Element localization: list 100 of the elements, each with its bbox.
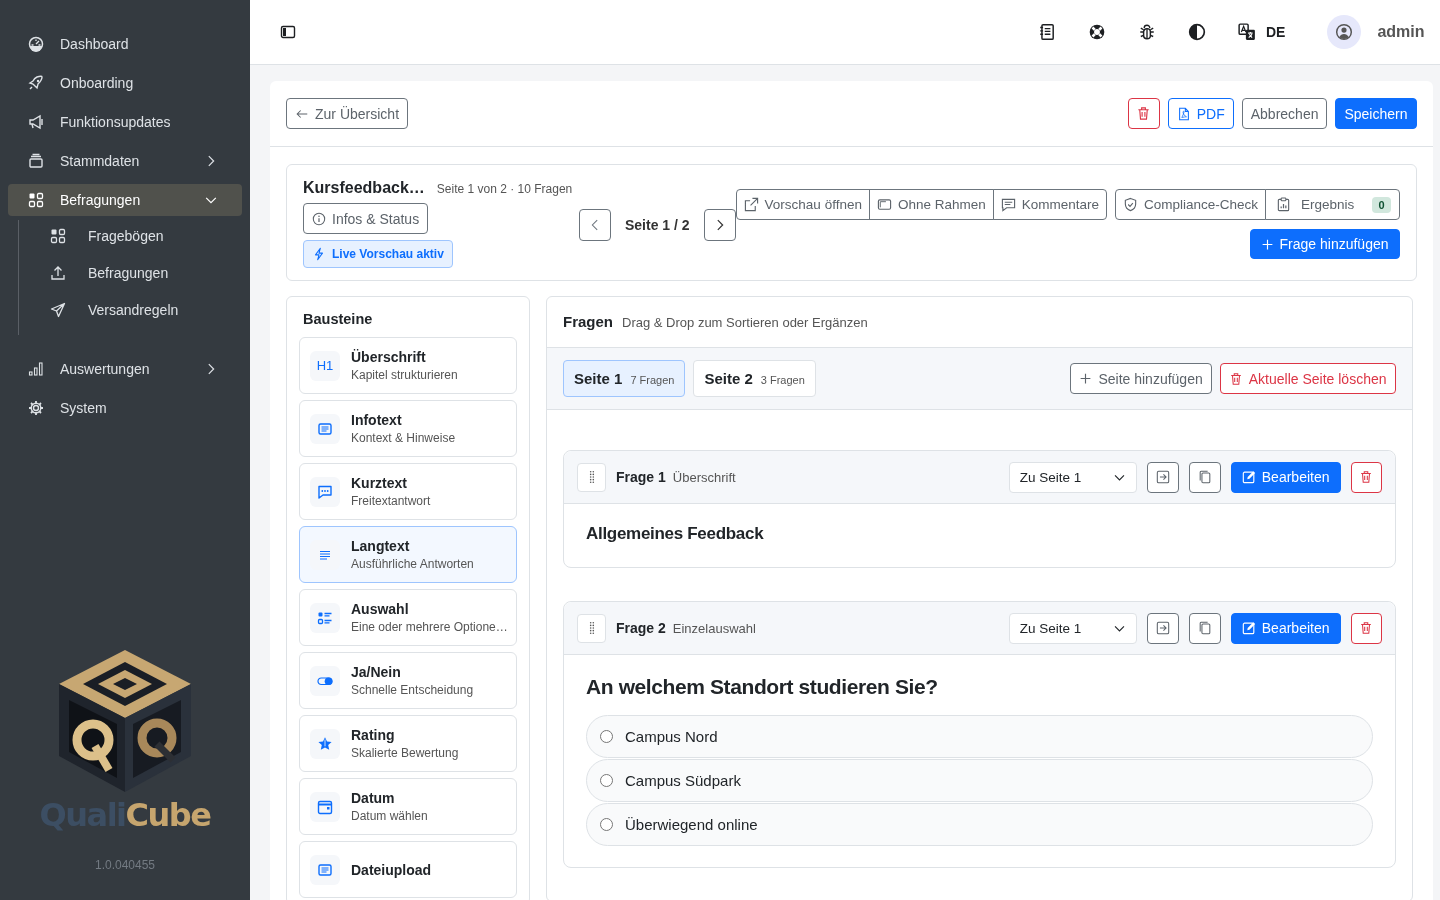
copy-icon [1197, 470, 1212, 484]
sidebar-item[interactable]: Auswertungen [8, 353, 242, 385]
delete-button[interactable] [1127, 98, 1160, 129]
sidebar-toggle-icon [280, 24, 296, 40]
save-button[interactable]: Speichern [1335, 98, 1417, 129]
heading-icon: H1 [310, 350, 340, 381]
toolbar-button[interactable]: Compliance-Check [1115, 189, 1267, 220]
document-icon [310, 413, 340, 444]
drag-handle[interactable] [577, 613, 606, 643]
radio-button[interactable] [600, 774, 613, 787]
block-item[interactable]: Dateiupload [299, 841, 517, 898]
window-icon [876, 197, 892, 212]
user-icon [1335, 23, 1354, 41]
question-type: Einzelauswahl [672, 620, 756, 636]
trash-icon [1228, 371, 1243, 386]
text-lines-icon [310, 539, 340, 570]
avatar-button[interactable] [1327, 15, 1362, 49]
bar-chart-icon [28, 361, 44, 377]
toolbar-button[interactable]: Ergebnis 0 [1265, 189, 1400, 220]
edit-button[interactable]: Bearbeiten [1230, 461, 1341, 493]
sidebar-item[interactable]: Funktionsupdates [8, 106, 242, 138]
grid-icon [28, 192, 44, 208]
answer-option[interactable]: Überwiegend online [586, 803, 1373, 846]
page-indicator: Seite 1 / 2 [625, 217, 690, 233]
calendar-icon [310, 791, 340, 822]
sidebar-subitem[interactable]: Befragungen [19, 257, 219, 288]
move-button[interactable] [1146, 461, 1179, 493]
add-page-button[interactable]: Seite hinzufügen [1070, 363, 1212, 394]
sidebar-item[interactable]: System [8, 392, 242, 424]
block-item[interactable]: Datum Datum wählen [299, 778, 517, 835]
delete-page-button[interactable]: Aktuelle Seite löschen [1219, 363, 1396, 394]
panel-title: Bausteine [302, 311, 374, 329]
checklist-icon [310, 602, 340, 633]
move-button[interactable] [1146, 612, 1179, 644]
block-item[interactable]: Ja/Nein Schnelle Entscheidung [299, 652, 517, 709]
page-select[interactable]: Zu Seite 1 [1008, 461, 1137, 493]
pdf-file-icon [1176, 106, 1191, 121]
page-tab[interactable]: Seite 1 7 Fragen [563, 360, 686, 397]
translate-icon [1237, 23, 1256, 41]
contrast-icon [1187, 23, 1206, 41]
add-question-button[interactable]: Frage hinzufügen [1249, 229, 1400, 259]
external-link-icon [743, 197, 759, 212]
page-select[interactable]: Zu Seite 1 [1008, 612, 1137, 644]
result-count-badge: 0 [1372, 196, 1391, 213]
answer-option[interactable]: Campus Südpark [586, 759, 1373, 802]
delete-question-button[interactable] [1350, 612, 1382, 644]
upload-icon [50, 264, 66, 281]
drag-handle[interactable] [577, 462, 606, 492]
delete-question-button[interactable] [1350, 461, 1382, 493]
block-item[interactable]: Infotext Kontext & Hinweise [299, 400, 517, 457]
notebook-icon [1037, 23, 1056, 41]
shield-check-icon [1123, 197, 1139, 212]
block-item[interactable]: Langtext Ausführliche Antworten [299, 526, 517, 583]
toolbar-button[interactable]: Kommentare [992, 189, 1108, 220]
page-tab[interactable]: Seite 2 3 Fragen [693, 360, 816, 397]
question-type: Überschrift [672, 469, 736, 485]
toolbar-button[interactable]: Ohne Rahmen [868, 189, 994, 220]
previous-page-button[interactable] [579, 209, 611, 241]
edit-button[interactable]: Bearbeiten [1230, 612, 1341, 644]
heading-text: Allgemeines Feedback [586, 524, 764, 543]
sidebar-subitem[interactable]: Fragebögen [19, 220, 219, 251]
duplicate-button[interactable] [1188, 612, 1221, 644]
language-button[interactable]: DE [1231, 17, 1292, 47]
comment-icon [1000, 197, 1016, 212]
sidebar-item[interactable]: Stammdaten [8, 145, 242, 177]
back-button[interactable]: Zur Übersicht [286, 98, 409, 129]
sidebar-item[interactable]: Befragungen [8, 184, 242, 216]
pdf-button[interactable]: PDF [1167, 98, 1234, 129]
radio-button[interactable] [600, 730, 613, 743]
cancel-button[interactable]: Abbrechen [1241, 98, 1328, 129]
plus-icon [1260, 237, 1274, 251]
next-page-button[interactable] [703, 209, 736, 241]
survey-meta: Seite 1 von 2 · 10 Fragen [436, 182, 573, 196]
answer-option[interactable]: Campus Nord [586, 715, 1373, 758]
user-name: admin [1377, 23, 1425, 41]
trash-icon [1136, 106, 1152, 121]
megaphone-icon [28, 114, 44, 130]
version-number: 1.0.040455 [94, 858, 156, 872]
rocket-icon [28, 75, 44, 91]
block-item[interactable]: Auswahl Eine oder mehrere Optione… [299, 589, 517, 646]
live-preview-badge: Live Vorschau aktiv [303, 240, 453, 268]
radio-button[interactable] [600, 818, 613, 831]
survey-title: Kursfeedback… [303, 179, 425, 197]
info-status-button[interactable]: Infos & Status [303, 203, 429, 234]
duplicate-button[interactable] [1188, 461, 1221, 493]
sidebar-subitem[interactable]: Versandregeln [19, 294, 219, 325]
settings-icon [28, 400, 44, 416]
question-text: An welchem Standort studieren Sie? [586, 675, 939, 699]
chat-bubble-icon [310, 476, 340, 507]
toggle-icon [310, 665, 340, 696]
sidebar-item[interactable]: Dashboard [8, 28, 242, 60]
paper-plane-icon [50, 301, 66, 318]
block-item[interactable]: Rating Skalierte Bewertung [299, 715, 517, 772]
copy-icon [1197, 621, 1212, 635]
block-item[interactable]: Kurztext Freitextantwort [299, 463, 517, 520]
toolbar-button[interactable]: Vorschau öffnen [735, 189, 870, 220]
sidebar-item[interactable]: Onboarding [8, 67, 242, 99]
trash-icon [1359, 470, 1373, 484]
block-item[interactable]: H1 Überschrift Kapitel strukturieren [299, 337, 517, 394]
lightning-icon [312, 247, 326, 261]
